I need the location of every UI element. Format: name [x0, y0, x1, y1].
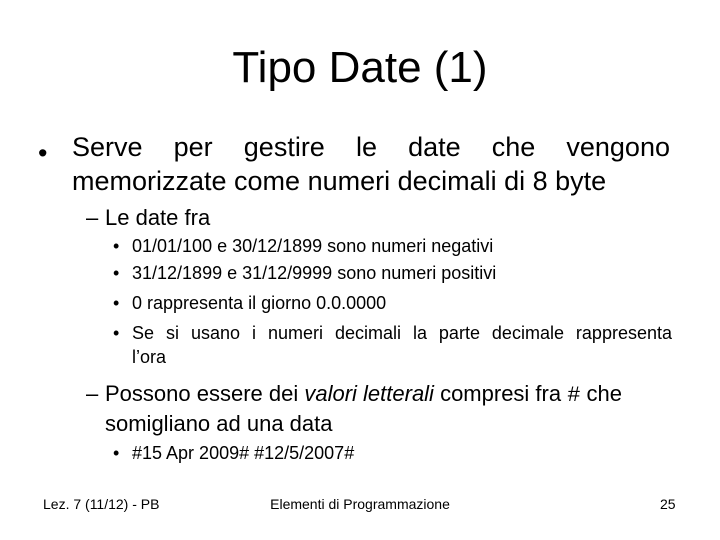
page-number: 25 [660, 496, 676, 512]
list-item-text: Se si usano i numeri decimali la parte d… [132, 323, 672, 343]
list-item-text: 01/01/100 e 30/12/1899 sono numeri negat… [132, 236, 494, 256]
list-item-text: 0 rappresenta il giorno 0.0.0000 [132, 293, 387, 313]
italic-term: valori letterali [304, 381, 434, 406]
dash-icon: – [86, 381, 99, 406]
text-segment: Possono essere dei [105, 381, 305, 406]
hash-symbol: # [567, 383, 581, 408]
sub-item-text-line2: somigliano ad una data [105, 411, 333, 436]
list-item-text-continuation: l’ora [132, 347, 167, 367]
bullet-icon: • [113, 263, 120, 283]
list-item-text: 31/12/1899 e 31/12/9999 sono numeri posi… [132, 263, 497, 283]
text-segment: compresi fra [433, 381, 568, 406]
sub-item-text-line1: Possono essere dei valori letterali comp… [105, 378, 622, 411]
footer-center: Elementi di Programmazione [270, 496, 450, 512]
list-item-text: #15 Apr 2009# #12/5/2007# [132, 443, 355, 463]
dash-icon: – [86, 205, 99, 230]
bullet-text-line2: memorizzate come numeri decimali di 8 by… [72, 166, 607, 196]
bullet-icon: • [113, 443, 120, 463]
bullet-text-line1: Serve per gestire le date che vengono [72, 132, 670, 162]
bullet-icon: • [113, 323, 120, 343]
text-segment: che [580, 381, 623, 406]
sub-item-text: Le date fra [105, 205, 211, 230]
bullet-icon: • [113, 293, 120, 313]
bullet-icon: • [113, 236, 120, 256]
slide-title: Tipo Date (1) [232, 43, 488, 92]
slide: Tipo Date (1) • Serve per gestire le dat… [0, 0, 720, 540]
